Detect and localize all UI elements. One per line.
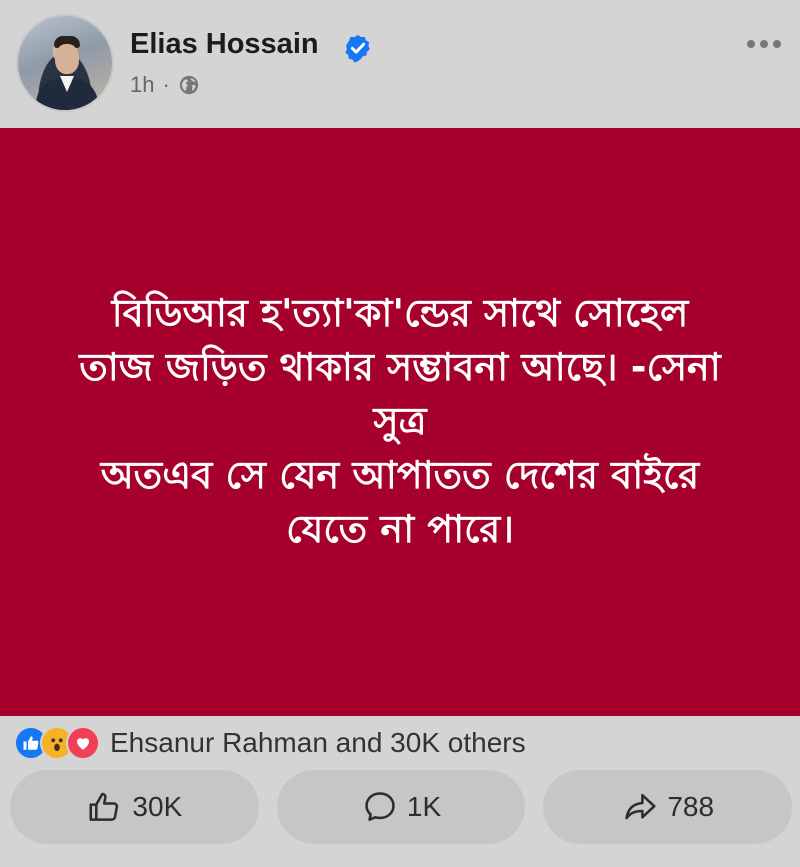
author-name[interactable]: Elias Hossain [130, 28, 319, 61]
share-button[interactable]: 788 [543, 770, 793, 844]
comment-count: 1K [406, 791, 442, 822]
more-dot [747, 40, 755, 48]
action-bar: 30K 1K 788 [10, 770, 793, 844]
more-dot [773, 40, 781, 48]
post-text-card[interactable]: বিডিআর হ'ত্যা'কা'ন্ডের সাথে সোহেল তাজ জড… [0, 128, 800, 716]
like-count: 30K [132, 791, 183, 822]
meta-separator: · [162, 72, 170, 97]
globe-icon [179, 75, 198, 95]
thumbs-up-icon [89, 792, 119, 821]
more-dot [760, 40, 768, 48]
love-reaction-icon [66, 726, 100, 760]
reactions-bar[interactable]: Ehsanur Rahman and 30K others [14, 724, 526, 762]
reaction-icons [14, 726, 100, 760]
like-button[interactable]: 30K [10, 770, 259, 844]
share-icon [625, 793, 656, 820]
comment-icon [365, 792, 395, 821]
avatar[interactable] [16, 14, 114, 112]
share-count: 788 [667, 791, 715, 822]
post-timestamp[interactable]: 1h [130, 72, 154, 98]
post-header: Elias Hossain 1h · [0, 0, 800, 128]
verified-badge-icon [345, 34, 370, 63]
post-text: বিডিআর হ'ত্যা'কা'ন্ডের সাথে সোহেল তাজ জড… [79, 291, 721, 551]
comment-button[interactable]: 1K [276, 770, 526, 844]
avatar-face [55, 44, 79, 74]
more-options-icon[interactable] [742, 32, 786, 56]
post-meta: 1h · [130, 72, 200, 98]
reaction-summary[interactable]: Ehsanur Rahman and 30K others [110, 727, 526, 759]
